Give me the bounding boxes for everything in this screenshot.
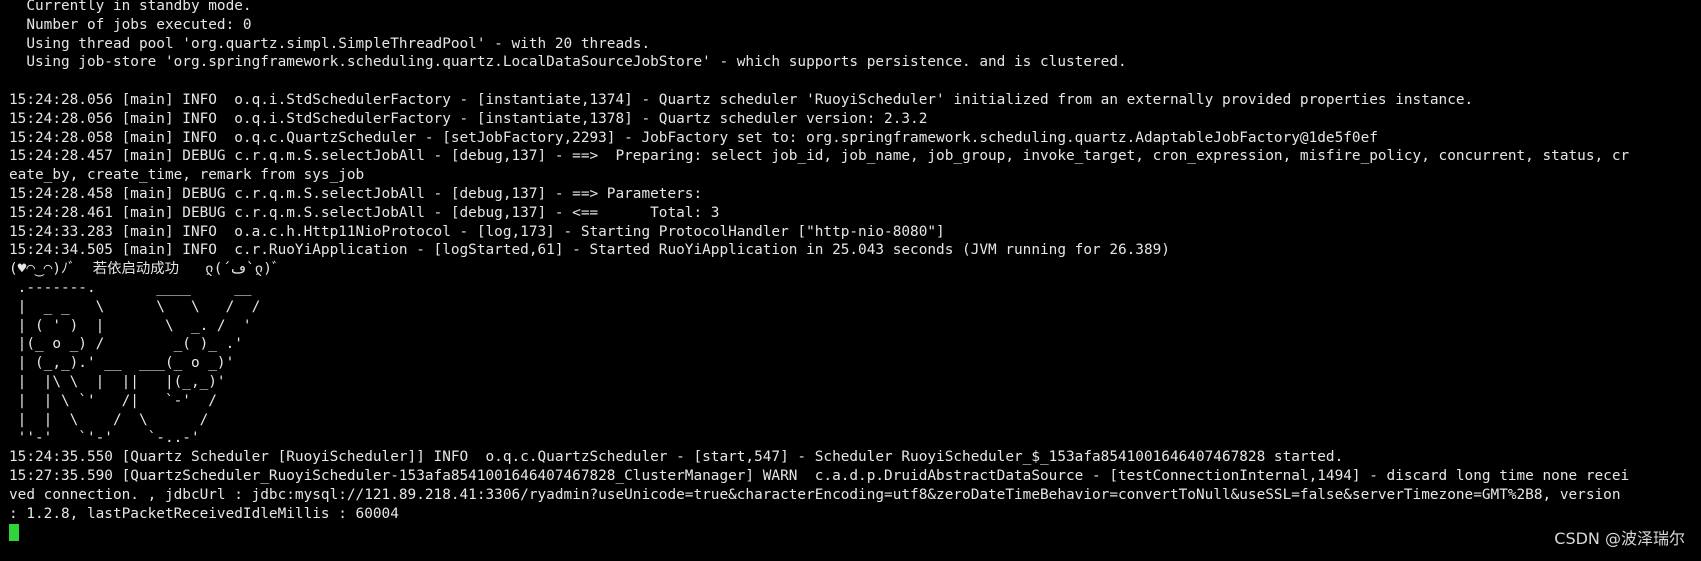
csdn-watermark: CSDN @波泽瑞尔 [1554,529,1685,548]
log-line: 15:24:28.056 [main] INFO o.q.i.StdSchedu… [9,110,928,127]
log-line-wrap: : 1.2.8, lastPacketReceivedIdleMillis : … [9,505,399,522]
ascii-art-line: | | \ / \ / [9,411,209,428]
prompt-line[interactable] [9,523,1689,542]
ascii-art-line: .-------. ____ __ [9,279,252,296]
ascii-art-line: ''-' `'-' `-..-' [9,430,200,447]
terminal-window[interactable]: Currently in standby mode. Number of job… [0,0,1701,561]
terminal-cursor[interactable] [9,524,19,542]
log-line: 15:24:35.550 [Quartz Scheduler [RuoyiSch… [9,449,1344,466]
log-line: Using thread pool 'org.quartz.simpl.Simp… [9,35,651,52]
log-line: 15:24:28.058 [main] INFO o.q.c.QuartzSch… [9,129,1378,146]
log-line: 15:24:28.056 [main] INFO o.q.i.StdSchedu… [9,91,1474,108]
startup-success-line: (♥◠‿◠)ﾉﾞ 若依启动成功 ლ(´ڡ`ლ)ﾞ [9,261,280,278]
log-line-wrap: eate_by, create_time, remark from sys_jo… [9,167,365,184]
ascii-art-line: | _ _ \ \ \ / / [9,298,261,315]
terminal-output: Currently in standby mode. Number of job… [9,0,1689,542]
log-line: 15:24:28.457 [main] DEBUG c.r.q.m.S.sele… [9,148,1630,165]
ascii-art-line: | |\ \ | || |(_,_)' [9,373,226,390]
ascii-art-line: | (_,_).' __ ___(_ o _)' [9,355,235,372]
log-line: 15:24:34.505 [main] INFO c.r.RuoYiApplic… [9,242,1170,259]
log-line: 15:27:35.590 [QuartzScheduler_RuoyiSched… [9,467,1630,484]
log-line: 15:24:33.283 [main] INFO o.a.c.h.Http11N… [9,223,945,240]
log-line: Number of jobs executed: 0 [9,16,252,33]
log-line: Using job-store 'org.springframework.sch… [9,54,1127,71]
log-line: Currently in standby mode. [9,0,252,14]
ascii-art-line: | ( ' ) | \ _. / ' [9,317,252,334]
ascii-art-line: | | \ `' /| `-' / [9,392,217,409]
log-line: 15:24:28.458 [main] DEBUG c.r.q.m.S.sele… [9,185,703,202]
log-line-wrap: ved connection. , jdbcUrl : jdbc:mysql:/… [9,486,1621,503]
log-line: 15:24:28.461 [main] DEBUG c.r.q.m.S.sele… [9,204,720,221]
ascii-art-line: |(_ o _) / _( )_ .' [9,336,243,353]
